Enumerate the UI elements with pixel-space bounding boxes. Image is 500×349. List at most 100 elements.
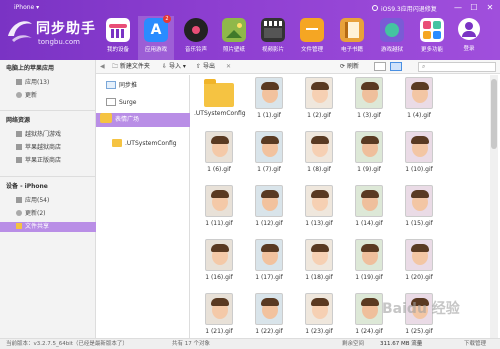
- file-item[interactable]: 1 (21).gif: [194, 293, 244, 338]
- file-item[interactable]: 1 (11).gif: [194, 185, 244, 241]
- sidebar-item-updates-computer[interactable]: 更新: [16, 91, 94, 101]
- download-manager-button[interactable]: 下载管理: [464, 339, 486, 349]
- maximize-button[interactable]: ☐: [468, 3, 480, 13]
- grid-view-icon[interactable]: [390, 62, 402, 71]
- sidebar-item-label: 文件共享: [25, 223, 50, 230]
- search-icon: ⌕: [422, 63, 426, 70]
- file-item[interactable]: 1 (1).gif: [244, 77, 294, 133]
- notice-icon: [372, 5, 378, 11]
- nav-label: 音乐铃声: [184, 47, 207, 53]
- file-item[interactable]: 1 (15).gif: [394, 185, 444, 241]
- sidebar-item-jailbreak-store[interactable]: 苹果越狱商店: [16, 143, 94, 153]
- sidebar-item-apps-computer[interactable]: 应用(13): [16, 78, 94, 88]
- tree-item-surge[interactable]: Surge: [96, 96, 190, 110]
- file-name: 1 (25).gif: [405, 328, 433, 335]
- import-button[interactable]: ⇩ 导入 ▾: [162, 62, 186, 72]
- folder-icon: [300, 18, 324, 42]
- sidebar-item-jailbreak-games[interactable]: 越狱热门游戏: [16, 130, 94, 140]
- game-icon: [16, 131, 22, 137]
- update-icon: [16, 210, 22, 216]
- nav-label: 应用游戏: [144, 47, 167, 53]
- new-folder-button[interactable]: 🗀 新建文件夹: [112, 62, 150, 72]
- nav-my-device[interactable]: 我的设备: [100, 16, 136, 60]
- file-item[interactable]: 1 (2).gif: [294, 77, 344, 133]
- file-item[interactable]: 1 (19).gif: [344, 239, 394, 295]
- brand-name: 同步助手: [36, 21, 96, 37]
- list-view-icon[interactable]: [374, 62, 386, 71]
- file-item[interactable]: 1 (12).gif: [244, 185, 294, 241]
- file-item[interactable]: 1 (9).gif: [344, 131, 394, 187]
- gif-thumbnail: [305, 185, 333, 217]
- login-label[interactable]: 登录: [456, 44, 482, 52]
- nav-photos[interactable]: 照片壁纸: [216, 16, 252, 60]
- nav-apps-games[interactable]: A 2 应用游戏: [138, 15, 174, 60]
- file-item[interactable]: 1 (17).gif: [244, 239, 294, 295]
- gif-thumbnail: [355, 239, 383, 271]
- nav-videos[interactable]: 视频影片: [255, 16, 291, 60]
- file-item[interactable]: 1 (4).gif: [394, 77, 444, 133]
- file-item[interactable]: 1 (20).gif: [394, 239, 444, 295]
- file-item[interactable]: 1 (6).gif: [194, 131, 244, 187]
- file-item[interactable]: 1 (10).gif: [394, 131, 444, 187]
- nav-jailbreak[interactable]: 游戏越狱: [374, 16, 410, 60]
- file-name: 1 (14).gif: [355, 220, 383, 227]
- nav-file-manager[interactable]: 文件管理: [294, 16, 330, 60]
- gif-thumbnail: [205, 131, 233, 163]
- gif-thumbnail: [205, 239, 233, 271]
- tree-item-emoji-square[interactable]: 表情广场: [96, 113, 190, 127]
- scrollbar[interactable]: [490, 75, 498, 338]
- export-button[interactable]: ⇧ 导出: [196, 62, 215, 72]
- sidebar-item-device-apps[interactable]: 应用(54): [16, 196, 94, 206]
- photo-icon: [222, 18, 246, 42]
- store-icon: [16, 144, 22, 150]
- file-item[interactable]: 1 (14).gif: [344, 185, 394, 241]
- file-item[interactable]: 1 (22).gif: [244, 293, 294, 338]
- gif-thumbnail: [355, 185, 383, 217]
- sidebar-item-official-store[interactable]: 苹果正版商店: [16, 156, 94, 166]
- gif-thumbnail: [205, 293, 233, 325]
- gif-thumbnail: [205, 185, 233, 217]
- tree-item-utsystemconfig[interactable]: .UTSystemConfig: [96, 137, 190, 151]
- sidebar: 电脑上的苹果应用 应用(13) 更新 网络资源 越狱热门游戏 苹果越狱商店 苹果…: [0, 60, 96, 338]
- file-item[interactable]: 1 (8).gif: [294, 131, 344, 187]
- folder-item[interactable]: .UTSystemConfig: [194, 77, 246, 133]
- gif-thumbnail: [405, 77, 433, 109]
- file-item[interactable]: 1 (18).gif: [294, 239, 344, 295]
- sidebar-item-file-sharing[interactable]: 文件共享: [0, 222, 96, 232]
- delete-icon[interactable]: ✕: [226, 62, 231, 72]
- device-selector[interactable]: iPhone ▾: [14, 4, 39, 11]
- avatar-icon[interactable]: [458, 18, 480, 40]
- gif-thumbnail: [305, 77, 333, 109]
- file-name: 1 (18).gif: [305, 274, 333, 281]
- file-name: 1 (12).gif: [255, 220, 283, 227]
- apple-icon: [16, 157, 22, 163]
- scroll-thumb[interactable]: [491, 79, 497, 149]
- back-arrow-icon[interactable]: ◀: [100, 62, 105, 72]
- nav-music[interactable]: 音乐铃声: [178, 16, 214, 60]
- file-item[interactable]: 1 (13).gif: [294, 185, 344, 241]
- search-input[interactable]: ⌕: [418, 62, 496, 72]
- sidebar-item-device-updates[interactable]: 更新(2): [16, 209, 94, 219]
- file-name: 1 (8).gif: [307, 166, 331, 173]
- tree-item-tongbutui[interactable]: 同步推: [96, 79, 190, 93]
- nav-label: 游戏越狱: [380, 47, 403, 53]
- file-name: 1 (6).gif: [207, 166, 231, 173]
- file-item[interactable]: 1 (3).gif: [344, 77, 394, 133]
- notice-link[interactable]: iOS9.3应用闪退修复: [381, 4, 437, 13]
- close-button[interactable]: ✕: [484, 3, 496, 13]
- divider: [0, 176, 96, 177]
- refresh-button[interactable]: ⟳ 刷新: [340, 62, 359, 72]
- version-text: 当前版本：v3.2.7.5_64bit（已经是最新版本了）: [6, 341, 128, 347]
- nav-more[interactable]: 更多功能: [414, 16, 450, 60]
- import-label: 导入: [168, 63, 181, 70]
- status-bar: 当前版本：v3.2.7.5_64bit（已经是最新版本了） 共有 17 个对象 …: [0, 338, 500, 349]
- file-item[interactable]: 1 (16).gif: [194, 239, 244, 295]
- file-item[interactable]: 1 (7).gif: [244, 131, 294, 187]
- nav-label: 照片壁纸: [222, 47, 245, 53]
- file-name: 1 (7).gif: [257, 166, 281, 173]
- minimize-button[interactable]: —: [452, 3, 464, 13]
- file-name: 1 (1).gif: [257, 112, 281, 119]
- file-item[interactable]: 1 (23).gif: [294, 293, 344, 338]
- app-icon: [106, 98, 116, 106]
- nav-ebooks[interactable]: 电子书籍: [334, 16, 370, 60]
